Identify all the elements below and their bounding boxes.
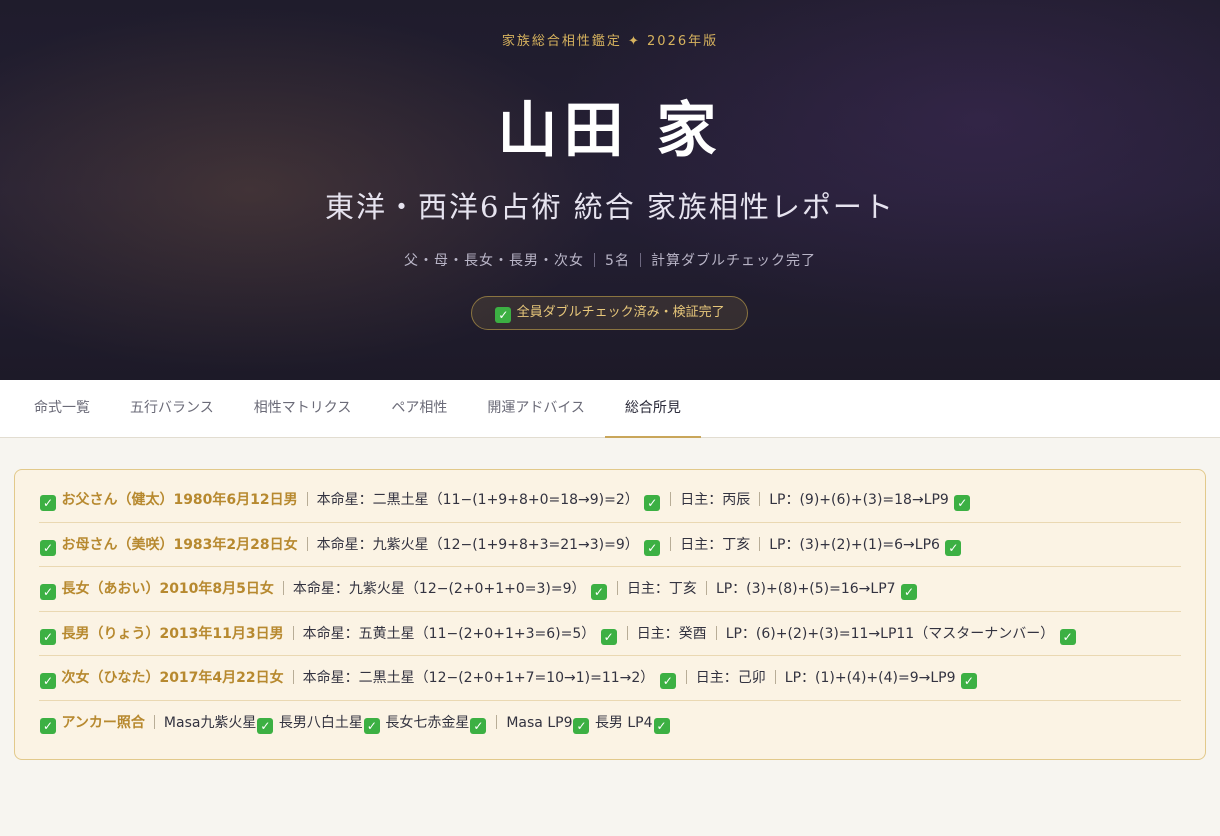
- divider: [496, 714, 498, 729]
- check-icon: ✓: [40, 717, 56, 734]
- check-icon: ✓: [945, 539, 962, 556]
- life-path: LP：(9)+(6)+(3)=18→LP9: [769, 492, 949, 508]
- divider: [705, 581, 707, 595]
- report-eyebrow: 家族総合相性鑑定 ✦ 2026年版: [501, 34, 719, 49]
- member-count: 5名: [605, 253, 630, 269]
- check-icon: ✓: [644, 539, 661, 556]
- day-master: 日主：丁亥: [680, 536, 751, 553]
- honmei-star: 本命星：九紫火星（12−(2+0+1+0=3)=9）: [292, 581, 586, 597]
- anchor-item: Masa LP9: [506, 714, 573, 731]
- check-icon: ✓: [40, 628, 56, 645]
- check-icon: ✓: [644, 495, 661, 511]
- divider: [670, 536, 672, 551]
- honmei-star: 本命星：九紫火星（12−(1+9+8+3=21→3)=9）: [316, 536, 639, 553]
- check-icon: ✓: [573, 717, 590, 734]
- divider: [306, 492, 308, 506]
- life-path: LP：(3)+(2)+(1)=6→LP6: [769, 536, 940, 553]
- member-name: 長男（りょう）2013年11月3日男: [61, 625, 284, 642]
- member-row-eldest-son: ✓ 長男（りょう）2013年11月3日男 本命星：五黄土星（11−(2+0+1+3…: [39, 612, 1181, 656]
- check-icon: ✓: [363, 717, 380, 734]
- verified-badge: ✓ 全員ダブルチェック済み・検証完了: [471, 296, 748, 330]
- anchor-item: 長男八白土星: [278, 714, 363, 731]
- member-name: 長女（あおい）2010年8月5日女: [61, 581, 274, 597]
- report-meta: 父・母・長女・長男・次女 5名 計算ダブルチェック完了: [0, 250, 1220, 270]
- report-subtitle: 東洋・西洋6占術 統合 家族相性レポート: [325, 190, 895, 224]
- verification-panel: ✓ お父さん（健太）1980年6月12日男 本命星：二黒土星（11−(1+9+8+…: [14, 469, 1206, 760]
- tab-bar: 命式一覧 五行バランス 相性マトリクス ペア相性 開運アドバイス 総合所見: [0, 380, 1220, 438]
- anchor-row: ✓ アンカー照合 Masa九紫火星 ✓ 長男八白土星 ✓ 長女七赤金星 ✓ Masa LP…: [39, 701, 1181, 746]
- divider: [670, 492, 672, 506]
- check-icon: ✓: [600, 628, 617, 645]
- member-row-eldest-daughter: ✓ 長女（あおい）2010年8月5日女 本命星：九紫火星（12−(2+0+1+0=…: [39, 567, 1181, 612]
- divider: [626, 625, 628, 640]
- verified-badge-label: 全員ダブルチェック済み・検証完了: [516, 305, 725, 320]
- report-hero: 家族総合相性鑑定 ✦ 2026年版 山田 家 東洋・西洋6占術 統合 家族相性レ…: [0, 0, 1220, 380]
- member-row-father: ✓ お父さん（健太）1980年6月12日男 本命星：二黒土星（11−(1+9+8+…: [39, 478, 1181, 523]
- check-icon: ✓: [901, 584, 918, 600]
- divider: [153, 714, 155, 729]
- check-status: 計算ダブルチェック完了: [650, 253, 816, 269]
- day-master: 日主：己卯: [695, 670, 766, 686]
- divider: [759, 536, 761, 551]
- day-master: 日主：丙辰: [680, 492, 751, 508]
- divider: [292, 670, 294, 684]
- member-name: 次女（ひなた）2017年4月22日女: [61, 670, 284, 686]
- tab-pair-compatibility[interactable]: ペア相性: [371, 380, 467, 438]
- check-icon: ✓: [653, 717, 670, 734]
- check-icon: ✓: [40, 584, 56, 600]
- tab-chart-list[interactable]: 命式一覧: [14, 380, 110, 438]
- check-icon: ✓: [960, 673, 977, 689]
- anchor-item: 長女七赤金星: [385, 714, 470, 731]
- meta-divider: [639, 253, 641, 267]
- day-master: 日主：癸酉: [636, 625, 707, 642]
- honmei-star: 本命星：二黒土星（12−(2+0+1+7=10→1)=11→2）: [302, 670, 655, 686]
- check-icon: ✓: [40, 495, 56, 511]
- honmei-star: 本命星：二黒土星（11−(1+9+8+0=18→9)=2）: [316, 492, 639, 508]
- check-icon: ✓: [954, 495, 971, 511]
- tab-compatibility-matrix[interactable]: 相性マトリクス: [234, 380, 372, 438]
- tab-overall-findings[interactable]: 総合所見: [604, 380, 701, 438]
- check-icon: ✓: [470, 717, 487, 734]
- divider: [616, 581, 618, 595]
- family-title: 山田 家: [497, 96, 723, 166]
- day-master: 日主：丁亥: [626, 581, 697, 597]
- divider: [774, 670, 776, 684]
- member-row-second-daughter: ✓ 次女（ひなた）2017年4月22日女 本命星：二黒土星（12−(2+0+1+7…: [39, 656, 1181, 701]
- check-icon: ✓: [40, 673, 56, 689]
- member-row-mother: ✓ お母さん（美咲）1983年2月28日女 本命星：九紫火星（12−(1+9+8+…: [39, 523, 1181, 567]
- divider: [759, 492, 761, 506]
- check-icon: ✓: [495, 307, 512, 323]
- anchor-item: Masa九紫火星: [163, 714, 257, 731]
- member-name: お父さん（健太）1980年6月12日男: [61, 492, 298, 508]
- life-path: LP：(6)+(2)+(3)=11→LP11（マスターナンバー）: [725, 625, 1055, 642]
- divider: [282, 581, 284, 595]
- life-path: LP：(3)+(8)+(5)=16→LP7: [715, 581, 896, 597]
- anchor-label: アンカー照合: [61, 714, 145, 731]
- divider: [292, 625, 294, 640]
- divider: [715, 625, 717, 640]
- check-icon: ✓: [40, 539, 56, 556]
- divider: [306, 536, 308, 551]
- members-text: 父・母・長女・長男・次女: [404, 253, 585, 269]
- check-icon: ✓: [1059, 628, 1076, 645]
- honmei-star: 本命星：五黄土星（11−(2+0+1+3=6)=5）: [302, 625, 596, 642]
- check-icon: ✓: [590, 584, 607, 600]
- anchor-item: 長男 LP4: [594, 714, 653, 731]
- check-icon: ✓: [659, 673, 676, 689]
- check-icon: ✓: [257, 717, 274, 734]
- member-name: お母さん（美咲）1983年2月28日女: [61, 536, 298, 553]
- meta-divider: [594, 253, 596, 267]
- life-path: LP：(1)+(4)+(4)=9→LP9: [784, 670, 956, 686]
- divider: [685, 670, 687, 684]
- tab-fortune-advice[interactable]: 開運アドバイス: [467, 380, 605, 438]
- tab-five-elements[interactable]: 五行バランス: [110, 380, 234, 438]
